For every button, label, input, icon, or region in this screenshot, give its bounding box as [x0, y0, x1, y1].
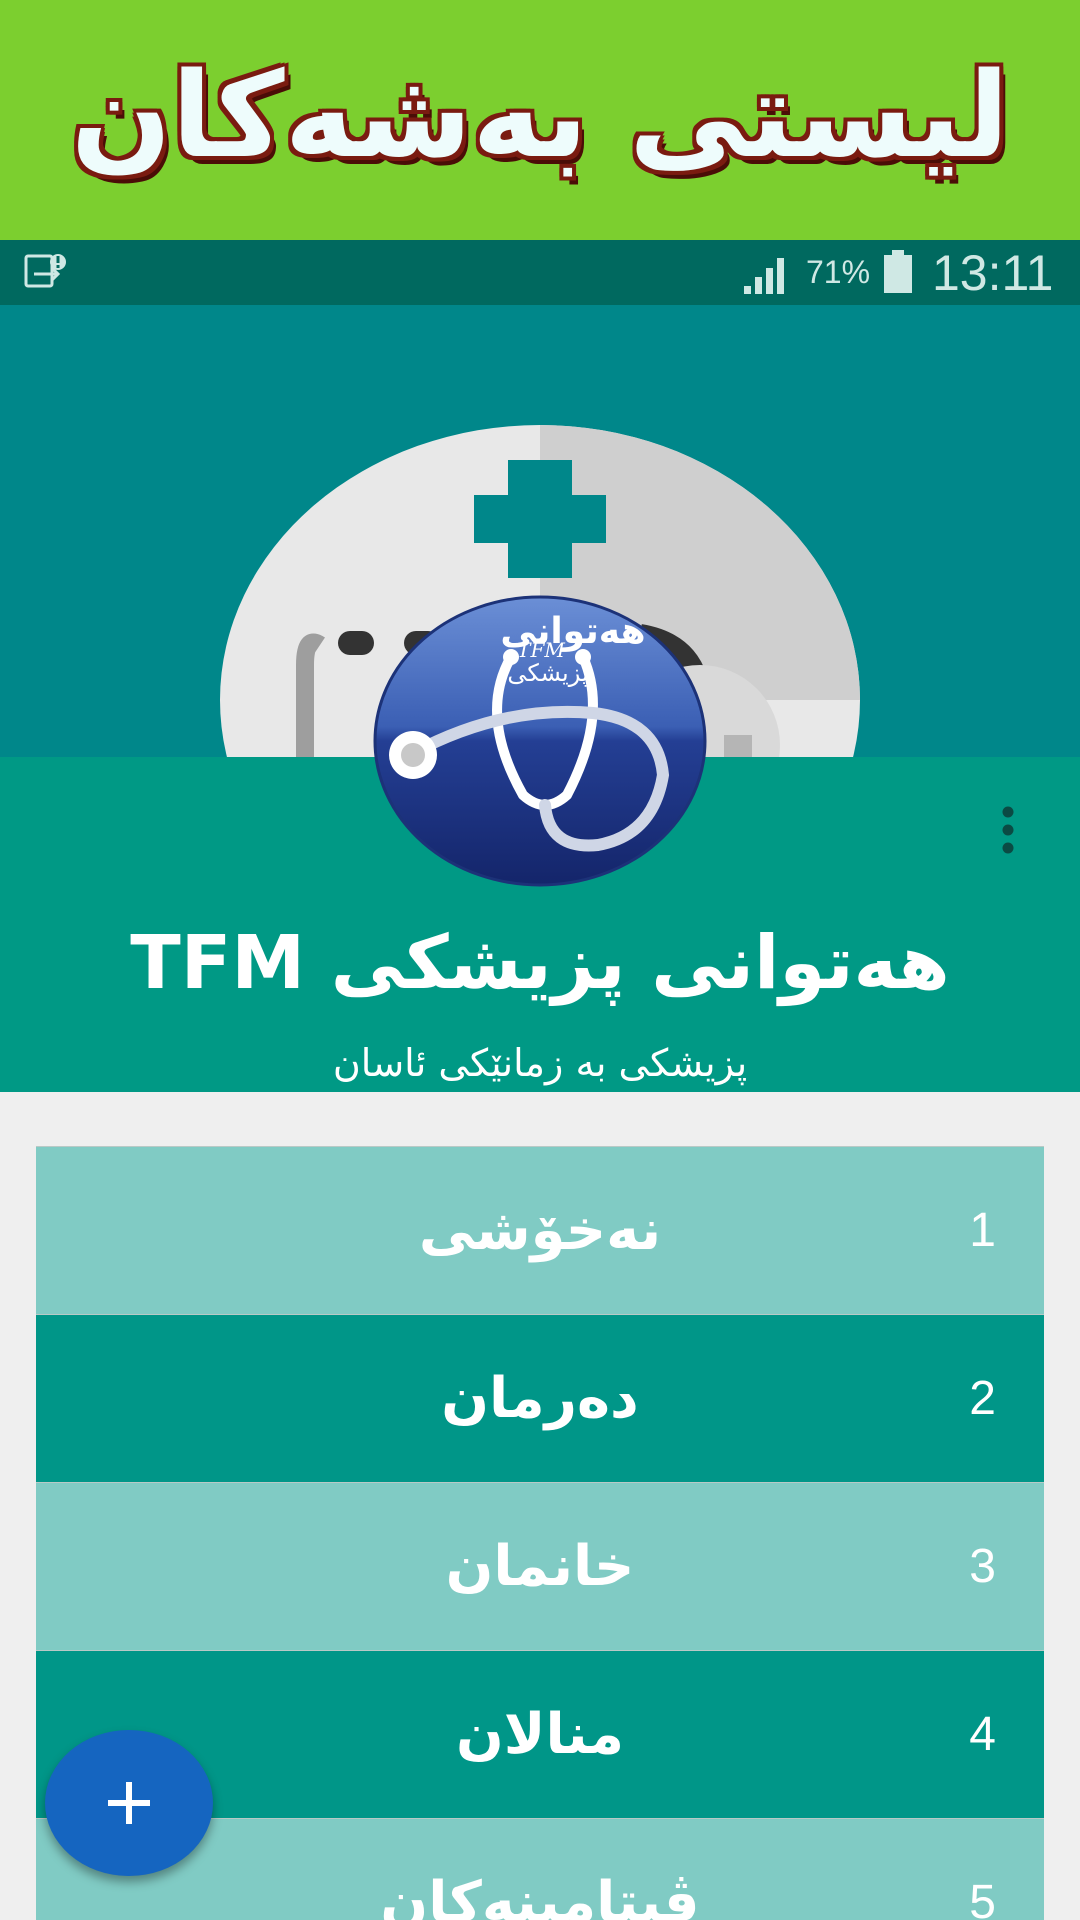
banner-title: لیستی بەشەکان	[70, 46, 1010, 184]
list-item-number: 5	[969, 1876, 996, 1920]
list-item-number: 4	[969, 1708, 996, 1761]
more-vert-icon[interactable]	[990, 800, 1026, 860]
list-item-number: 1	[969, 1204, 996, 1257]
list-item[interactable]: دەرمان 2	[36, 1314, 1044, 1482]
app-title: هەتوانی پزیشکی TFM	[130, 920, 950, 1006]
list-item-number: 2	[969, 1372, 996, 1425]
battery-percent: 71%	[806, 254, 871, 290]
app-logo: هەتوانی TFM پزیشکی	[373, 595, 707, 887]
add-button[interactable]	[45, 1730, 213, 1876]
status-bar: 71% 13:11	[0, 240, 1080, 305]
list-item-label: خانمان	[445, 1534, 635, 1599]
plus-icon	[108, 1782, 150, 1824]
list-item[interactable]: نەخۆشی 1	[36, 1146, 1044, 1314]
clock: 13:11	[932, 245, 1054, 301]
list-item[interactable]: خانمان 3	[36, 1482, 1044, 1650]
battery-icon	[884, 250, 912, 293]
app-subtitle: پزیشکی بە زمانێکی ئاسان	[332, 1041, 748, 1085]
list-item-label: دەرمان	[441, 1366, 639, 1431]
promo-banner: لیستی بەشەکان	[0, 0, 1080, 240]
screen-alert-icon	[24, 254, 66, 288]
logo-text-bottom: پزیشکی	[507, 659, 588, 687]
list-item-number: 3	[969, 1540, 996, 1593]
list-item-label: نەخۆشی	[418, 1198, 662, 1263]
signal-icon	[744, 258, 784, 294]
